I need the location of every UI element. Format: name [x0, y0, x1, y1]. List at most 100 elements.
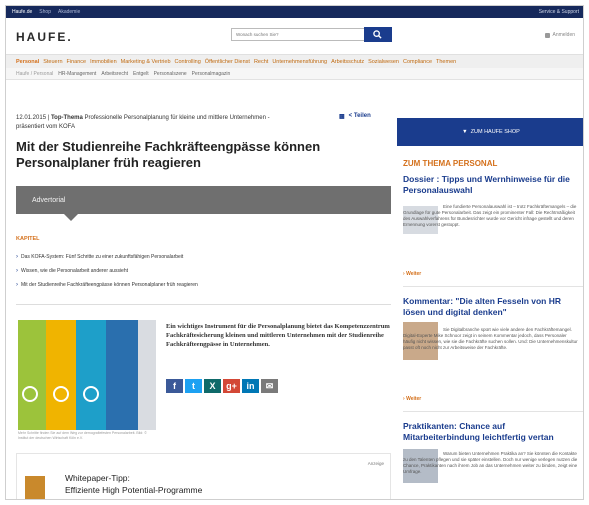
search-button[interactable]	[364, 27, 392, 42]
nav-item-finance[interactable]: Finance	[67, 59, 87, 65]
nav-item-steuern[interactable]: Steuern	[43, 59, 62, 65]
shop-label: ZUM HAUFE SHOP	[470, 129, 520, 135]
promo-image	[18, 320, 156, 430]
advertorial-notch	[64, 214, 78, 221]
nav-item-recht[interactable]: Recht	[254, 59, 268, 65]
facebook-icon[interactable]: f	[166, 379, 183, 393]
search-icon	[373, 30, 382, 39]
topbar-link-shop[interactable]: Shop	[39, 9, 51, 15]
topbar-link-akademie[interactable]: Akademie	[58, 9, 80, 15]
promo-stripe-green	[18, 320, 46, 430]
ad-label: Anzeige	[367, 461, 384, 466]
promo-caption: Mehr Schritte finden Sie auf dem Weg zur…	[18, 431, 147, 440]
ad-box[interactable]: Anzeige Whitepaper-Tipp: Effiziente High…	[16, 453, 391, 499]
nav-item-arbeitsschutz[interactable]: Arbeitsschutz	[331, 59, 364, 65]
sidebar-divider	[403, 411, 583, 412]
weiter-link-2[interactable]: › Weiter	[403, 396, 421, 402]
weiter-label: Weiter	[406, 271, 422, 277]
advertorial-banner: Advertorial	[16, 186, 391, 214]
promo-stripe-gray	[138, 320, 156, 430]
article-date: 12.01.2015	[16, 115, 47, 121]
share-button[interactable]: < Teilen	[349, 113, 371, 120]
location-icon	[22, 386, 38, 402]
weiter-link-1[interactable]: › Weiter	[403, 271, 421, 277]
google-plus-icon[interactable]: g+	[223, 379, 240, 393]
nav-item-sozialwesen[interactable]: Sozialwesen	[368, 59, 399, 65]
print-icon[interactable]: ▩	[339, 113, 345, 120]
chapter-label: Wissen, wie die Personalarbeit anderer a…	[21, 268, 128, 274]
cart-icon: ▼	[462, 129, 468, 135]
subnav-item-hr-management[interactable]: HR-Management	[58, 71, 96, 77]
teaser-title-kommentar[interactable]: Kommentar: "Die alten Fesseln von HR lös…	[403, 296, 583, 318]
haufe-logo[interactable]: HAUFE.	[16, 30, 73, 44]
article-kicker: Top-Thema	[50, 115, 83, 121]
article-meta-line1: Professionelle Personalplanung für klein…	[84, 115, 270, 121]
promo-stripe-blue	[106, 320, 138, 430]
chapter-label: Mit der Studienreihe Fachkräfteengpässe …	[21, 282, 198, 288]
subnav-item-personalmagazin[interactable]: Personalmagazin	[192, 71, 231, 77]
breadcrumb[interactable]: Haufe / Personal	[16, 71, 53, 77]
nav-item-compliance[interactable]: Compliance	[403, 59, 432, 65]
nav-item-themen[interactable]: Themen	[436, 59, 456, 65]
chevron-right-icon: ›	[16, 254, 18, 260]
browser-page: Haufe.de Shop Akademie Service & Support…	[5, 5, 584, 500]
top-utility-bar: Haufe.de Shop Akademie Service & Support	[6, 6, 583, 18]
subnav-item-entgelt[interactable]: Entgelt	[133, 71, 149, 77]
search-input[interactable]	[231, 28, 379, 41]
nav-item-marketing[interactable]: Marketing & Vertrieb	[121, 59, 171, 65]
twitter-icon[interactable]: t	[185, 379, 202, 393]
weiter-label: Weiter	[406, 396, 422, 402]
main-nav: Personal Steuern Finance Immobilien Mark…	[6, 54, 583, 68]
chevron-right-icon: ›	[16, 282, 18, 288]
divider	[16, 304, 391, 305]
share-label: Teilen	[353, 113, 371, 119]
linkedin-icon[interactable]: in	[242, 379, 259, 393]
nav-item-controlling[interactable]: Controlling	[175, 59, 201, 65]
chapter-list: › Das KOFA-System: Fünf Schritte zu eine…	[16, 250, 391, 292]
mail-icon[interactable]: ✉	[261, 379, 278, 393]
social-share-icons: f t X g+ in ✉	[166, 379, 278, 393]
sidebar-section-heading: ZUM THEMA PERSONAL	[403, 159, 498, 168]
login-link[interactable]: Anmelden	[545, 32, 575, 38]
subnav-item-arbeitsrecht[interactable]: Arbeitsrecht	[101, 71, 128, 77]
service-support-link[interactable]: Service & Support	[539, 9, 579, 15]
teaser-text-praktikanten: Warum bieten Unternehmen Praktika an? Si…	[403, 451, 578, 474]
chapter-link-3[interactable]: › Mit der Studienreihe Fachkräfteengpäss…	[16, 278, 391, 292]
teaser-title-praktikanten[interactable]: Praktikanten: Chance auf Mitarbeiterbind…	[403, 421, 583, 443]
lock-icon	[545, 32, 551, 38]
promo-stripe-cyan	[76, 320, 106, 430]
chapter-link-1[interactable]: › Das KOFA-System: Fünf Schritte zu eine…	[16, 250, 391, 264]
promo-text: Ein wichtiges Instrument für die Persona…	[166, 323, 390, 348]
nav-item-immobilien[interactable]: Immobilien	[90, 59, 117, 65]
article-meta-line2: präsentiert vom KOFA	[16, 124, 76, 130]
magnifier-icon	[53, 386, 69, 402]
cycle-icon	[83, 386, 99, 402]
nav-item-unternehmensfuehrung[interactable]: Unternehmensführung	[272, 59, 327, 65]
ad-title-line1: Whitepaper-Tipp:	[65, 473, 130, 483]
topbar-link-haufe[interactable]: Haufe.de	[12, 9, 32, 15]
teaser-title-dossier[interactable]: Dossier : Tipps und Wernhinweise für die…	[403, 174, 583, 196]
whitepaper-thumbnail	[25, 476, 45, 499]
ad-title: Whitepaper-Tipp: Effiziente High Potenti…	[65, 472, 202, 496]
share-icon: <	[348, 113, 353, 119]
teaser-text-dossier: Eine fundierte Personalauswahl ist – tro…	[403, 204, 577, 227]
nav-item-personal[interactable]: Personal	[16, 59, 39, 65]
article-meta: 12.01.2015 | Top-Thema Professionelle Pe…	[16, 114, 386, 132]
login-label: Anmelden	[552, 32, 575, 38]
site-header: HAUFE. Anmelden	[6, 18, 583, 54]
chapter-label: Das KOFA-System: Fünf Schritte zu einer …	[21, 254, 184, 260]
promo-stripe-yellow	[46, 320, 76, 430]
ad-title-line2: Effiziente High Potential-Programme	[65, 485, 203, 495]
haufe-shop-button[interactable]: ▼ ZUM HAUFE SHOP	[397, 118, 583, 146]
nav-item-oeffentlicher-dienst[interactable]: Öffentlicher Dienst	[205, 59, 250, 65]
xing-icon[interactable]: X	[204, 379, 221, 393]
chapter-heading: KAPITEL	[16, 236, 40, 242]
advertorial-label: Advertorial	[32, 197, 66, 204]
sub-nav: Haufe / Personal HR-Management Arbeitsre…	[6, 68, 583, 80]
sidebar-divider	[403, 286, 583, 287]
subnav-item-personalszene[interactable]: Personalszene	[154, 71, 187, 77]
article-title: Mit der Studienreihe Fachkräfteengpässe …	[16, 139, 321, 170]
teaser-text-kommentar: Sie Digitalbranche spürt wie viele ander…	[403, 327, 578, 350]
chapter-link-2[interactable]: › Wissen, wie die Personalarbeit anderer…	[16, 264, 391, 278]
chevron-right-icon: ›	[16, 268, 18, 274]
